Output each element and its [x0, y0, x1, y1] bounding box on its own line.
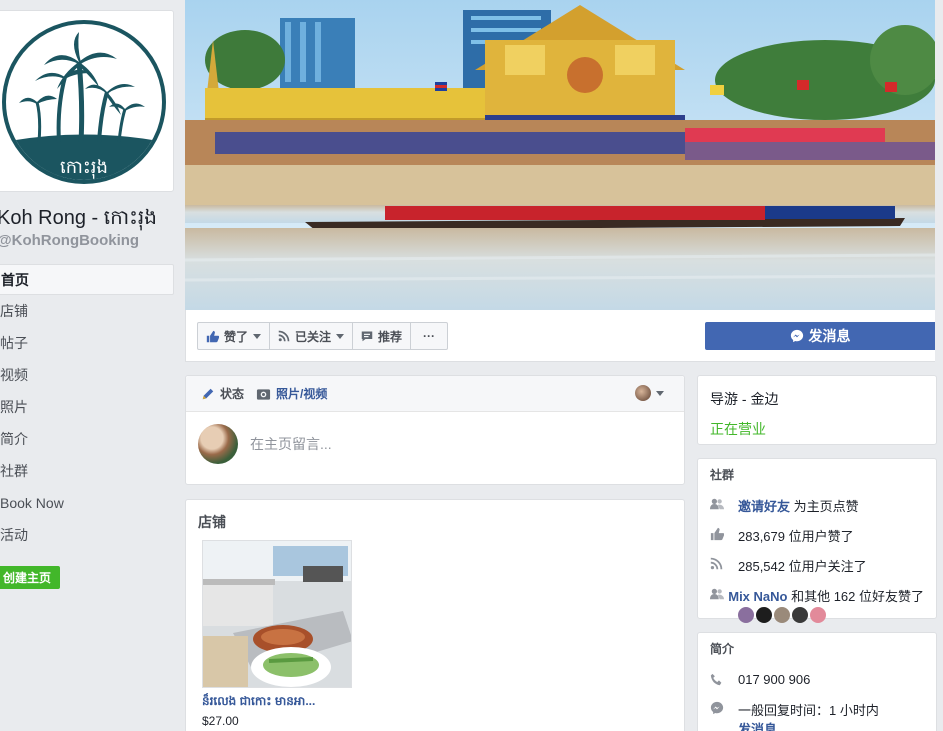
invite-friends-row: 邀请好友 为主页点赞 — [698, 496, 936, 515]
avatar[interactable] — [810, 607, 826, 623]
pencil-icon — [201, 387, 215, 401]
create-page-button[interactable]: 创建主页 — [0, 566, 61, 589]
shop-section: 店铺 ន៏រលេង ជាកោះ មានអា... $27.00 — [185, 499, 685, 731]
nav-item-home[interactable]: 首页 — [0, 264, 174, 295]
page-info-card: 导游 - 金边 正在营业 — [697, 375, 937, 445]
nav-item-posts[interactable]: 帖子 — [0, 328, 174, 360]
likes-count: 283,679 位用户赞了 — [738, 529, 854, 544]
nav-item-community[interactable]: 社群 — [0, 456, 174, 488]
recommend-button[interactable]: 推荐 — [352, 322, 412, 350]
response-row: 一般回复时间：1 小时内 发消息 — [698, 700, 936, 731]
tab-status[interactable]: 状态 — [201, 385, 244, 402]
friends-icon — [710, 586, 728, 601]
send-message-button[interactable]: 发消息 — [705, 322, 935, 350]
page-action-bar: 赞了 已关注 推荐 ··· 发消息 — [185, 310, 935, 362]
nav-item-about[interactable]: 简介 — [0, 424, 174, 456]
profile-picture[interactable]: កោះរុង — [0, 10, 174, 192]
page-name[interactable]: Koh Rong - កោះរុង — [0, 204, 157, 234]
like-button[interactable]: 赞了 — [197, 322, 271, 350]
response-time: 一般回复时间：1 小时内 — [738, 703, 879, 718]
likes-row: 283,679 位用户赞了 — [698, 526, 936, 545]
recommend-label: 推荐 — [378, 329, 403, 344]
phone-row: 017 900 906 — [698, 672, 936, 687]
nav-item-book-now[interactable]: Book Now — [0, 488, 174, 520]
rss-icon — [278, 330, 290, 342]
chevron-down-icon — [253, 333, 262, 339]
like-label: 赞了 — [224, 329, 249, 344]
post-composer: 状态 照片/视频 在主页留言... — [185, 375, 685, 485]
user-avatar — [198, 424, 238, 464]
chevron-down-icon — [656, 390, 664, 396]
follow-label: 已关注 — [295, 329, 332, 344]
nav-item-videos[interactable]: 视频 — [0, 360, 174, 392]
more-options-button[interactable]: ··· — [410, 322, 449, 350]
follow-button[interactable]: 已关注 — [269, 322, 354, 350]
avatar — [635, 385, 651, 401]
composer-input[interactable]: 在主页留言... — [250, 434, 332, 454]
send-message-label: 发消息 — [808, 328, 851, 344]
follows-row: 285,542 位用户关注了 — [698, 556, 936, 575]
community-title[interactable]: 社群 — [698, 459, 936, 483]
shop-title[interactable]: 店铺 — [186, 500, 684, 532]
phone-icon — [710, 672, 738, 686]
page-nav: 首页 店铺 帖子 视频 照片 简介 社群 Book Now 活动 — [0, 264, 174, 552]
phone-number[interactable]: 017 900 906 — [738, 672, 810, 687]
about-title[interactable]: 简介 — [698, 633, 936, 657]
about-card: 简介 017 900 906 一般回复时间：1 小时内 发消息 — [697, 632, 937, 731]
thumbs-up-icon — [710, 526, 738, 541]
product-price: $27.00 — [202, 714, 239, 728]
product-image[interactable] — [202, 540, 352, 688]
tab-status-label: 状态 — [220, 387, 245, 401]
page-category[interactable]: 导游 - 金边 — [698, 376, 936, 409]
friend-suffix: 和其他 162 位好友赞了 — [787, 589, 924, 604]
camera-icon — [256, 387, 271, 401]
post-as-selector[interactable] — [635, 385, 664, 401]
open-status: 正在营业 — [710, 421, 766, 437]
cover-photo[interactable] — [185, 0, 935, 310]
invite-friends-link[interactable]: 邀请好友 — [738, 499, 790, 514]
friends-like-row: Mix NaNo 和其他 162 位好友赞了 — [698, 586, 936, 605]
send-message-link[interactable]: 发消息 — [738, 722, 777, 731]
messenger-icon — [710, 700, 738, 715]
avatar[interactable] — [792, 607, 808, 623]
friend-name-link[interactable]: Mix NaNo — [728, 589, 787, 604]
friends-icon — [710, 496, 738, 511]
avatar[interactable] — [774, 607, 790, 623]
logo-text: កោះរុង — [60, 157, 108, 179]
friend-faces — [698, 607, 936, 623]
nav-item-events[interactable]: 活动 — [0, 520, 174, 552]
avatar[interactable] — [756, 607, 772, 623]
tab-photo-video[interactable]: 照片/视频 — [256, 385, 327, 402]
chevron-down-icon — [336, 333, 345, 339]
nav-item-shop[interactable]: 店铺 — [0, 296, 174, 328]
tab-photo-video-label: 照片/视频 — [276, 387, 328, 401]
comment-icon — [361, 330, 373, 342]
nav-item-photos[interactable]: 照片 — [0, 392, 174, 424]
page-handle[interactable]: @KohRongBooking — [0, 232, 139, 249]
product-name[interactable]: ន៏រលេង ជាកោះ មានអា... — [202, 693, 347, 711]
thumbs-up-icon — [206, 330, 219, 343]
follows-count: 285,542 位用户关注了 — [738, 559, 867, 574]
more-icon: ··· — [423, 329, 436, 343]
koh-rong-logo: កោះរុង — [2, 20, 166, 184]
community-card: 社群 邀请好友 为主页点赞 283,679 位用户赞了 285,542 位用户关… — [697, 458, 937, 623]
product-card[interactable]: ន៏រលេង ជាកោះ មានអា... $27.00 — [202, 540, 352, 728]
avatar[interactable] — [738, 607, 754, 623]
invite-suffix: 为主页点赞 — [790, 499, 859, 514]
rss-icon — [710, 556, 738, 570]
messenger-icon — [790, 329, 804, 343]
